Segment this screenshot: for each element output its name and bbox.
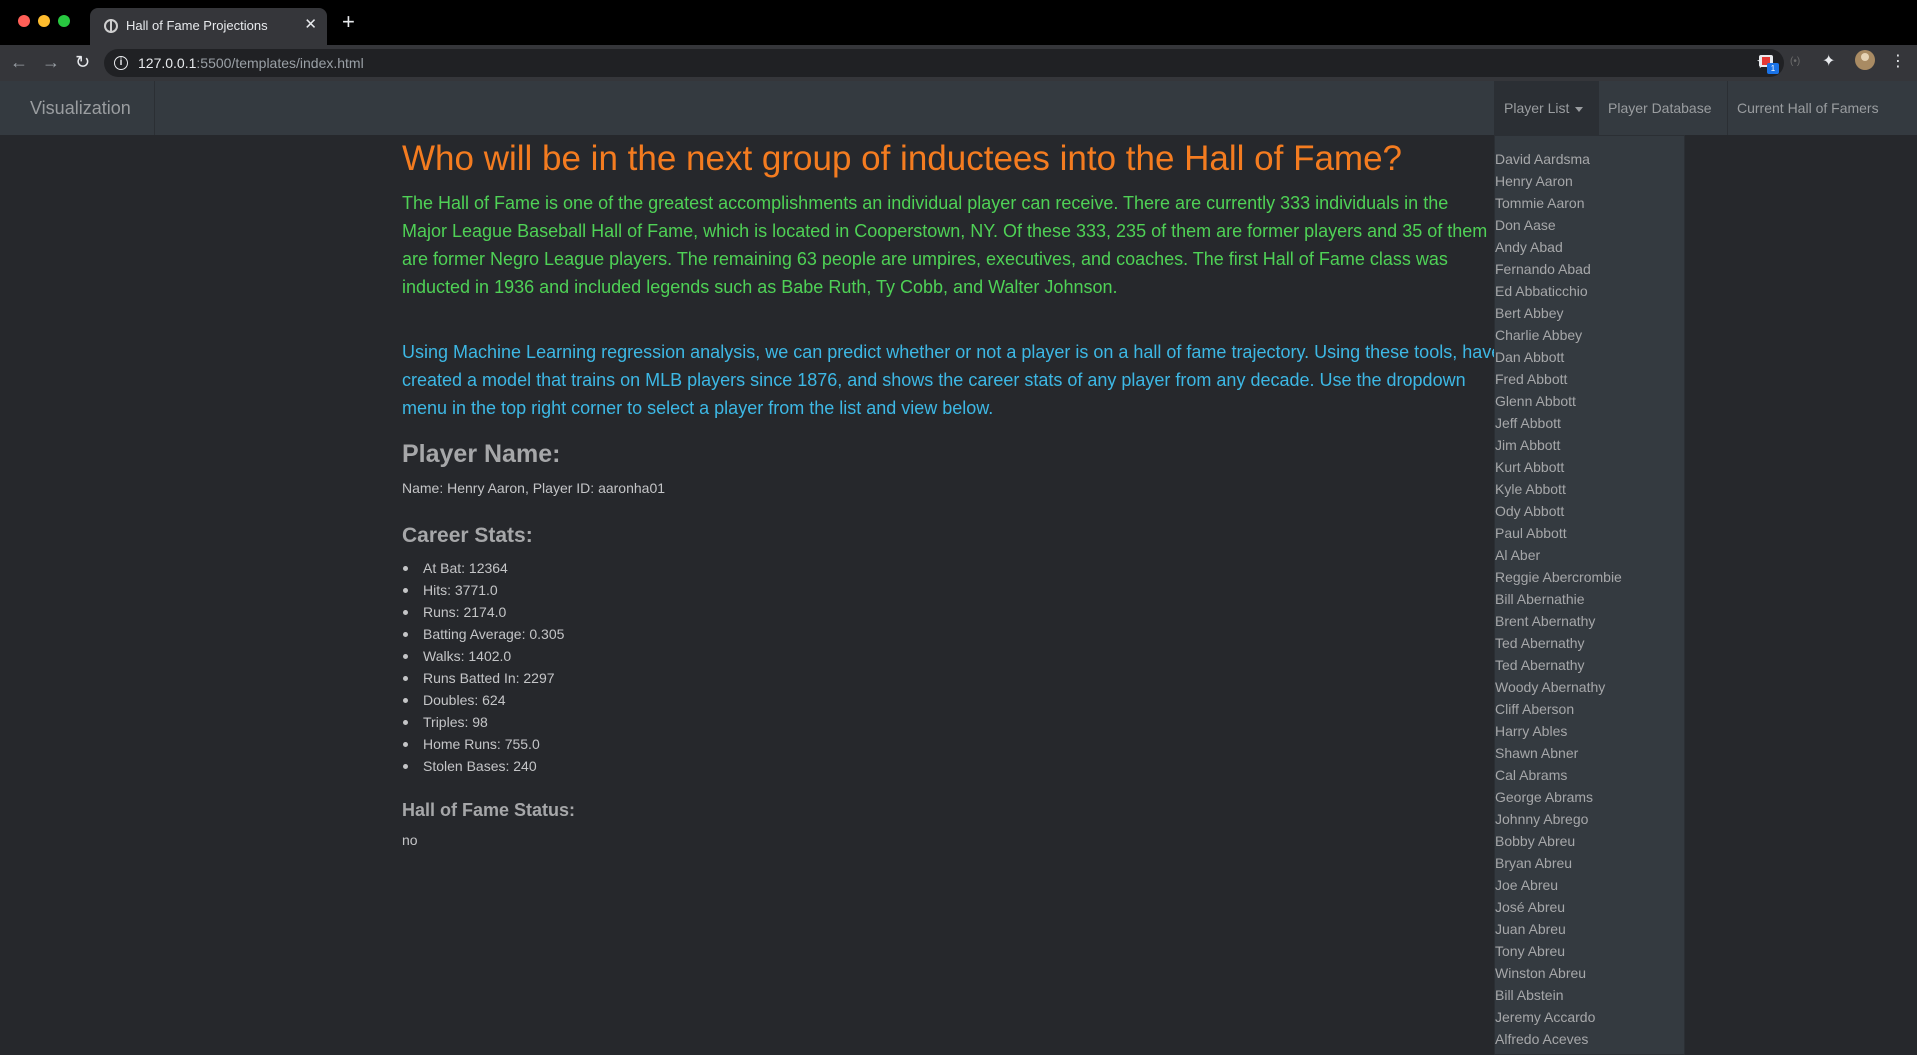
player-list-item[interactable]: Glenn Abbott <box>1495 390 1622 412</box>
hof-status-value: no <box>402 832 418 848</box>
career-stats-list: At Bat: 12364 Hits: 3771.0 Runs: 2174.0 … <box>402 557 564 777</box>
player-list-dropdown-menu: David Aardsma Henry Aaron Tommie Aaron Don … <box>1494 135 1685 1055</box>
player-list-item[interactable]: Fernando Abad <box>1495 258 1622 280</box>
page-heading: Who will be in the next group of inducte… <box>402 139 1402 178</box>
intro-paragraph: The Hall of Fame is one of the greatest … <box>402 193 1488 297</box>
player-list-item[interactable]: José Abreu <box>1495 896 1622 918</box>
current-hall-of-famers-link[interactable]: Current Hall of Famers <box>1727 81 1917 135</box>
maximize-window-button[interactable] <box>58 15 70 27</box>
puzzle-icon[interactable]: ✦ <box>1822 51 1840 70</box>
browser-tab[interactable]: Hall of Fame Projections ✕ <box>90 8 327 45</box>
extension-icon-2[interactable]: (•) <box>1790 56 1808 74</box>
stat-item: Hits: 3771.0 <box>402 579 564 601</box>
url-text[interactable]: 127.0.0.1:5500/templates/index.html <box>138 55 364 71</box>
player-list-item[interactable]: Reggie Abercrombie <box>1495 566 1622 588</box>
ml-paragraph: Using Machine Learning regression analys… <box>402 342 1502 418</box>
player-list-item[interactable]: Bryan Abreu <box>1495 852 1622 874</box>
player-list-item[interactable]: Jim Abbott <box>1495 434 1622 456</box>
player-list-item[interactable]: Johnny Abrego <box>1495 808 1622 830</box>
player-list-item[interactable]: Cliff Aberson <box>1495 698 1622 720</box>
player-name-heading: Player Name: <box>402 440 561 468</box>
stat-item: Home Runs: 755.0 <box>402 733 564 755</box>
player-list-item[interactable]: Fred Abbott <box>1495 368 1622 390</box>
player-list-item[interactable]: Kyle Abbott <box>1495 478 1622 500</box>
extension-icon[interactable]: 1 <box>1758 53 1779 74</box>
player-list-item[interactable]: Jeremy Accardo <box>1495 1006 1622 1028</box>
player-database-link[interactable]: Player Database <box>1598 81 1727 135</box>
player-list-item[interactable]: Al Aber <box>1495 544 1622 566</box>
forward-arrow-icon[interactable]: → <box>42 52 60 72</box>
hof-status-heading: Hall of Fame Status: <box>402 800 576 820</box>
player-list-item[interactable]: Andy Abad <box>1495 236 1622 258</box>
player-list-item[interactable]: Ted Abernathy <box>1495 654 1622 676</box>
player-name-value: Name: Henry Aaron, Player ID: aaronha01 <box>402 480 666 496</box>
career-stats-heading: Career Stats: <box>402 524 533 547</box>
stat-item: Triples: 98 <box>402 711 564 733</box>
player-list-item[interactable]: Woody Abernathy <box>1495 676 1622 698</box>
player-list-item[interactable]: Bill Abstein <box>1495 984 1622 1006</box>
player-list-item[interactable]: George Abrams <box>1495 786 1622 808</box>
player-list-item[interactable]: Kurt Abbott <box>1495 456 1622 478</box>
reload-icon[interactable]: ↻ <box>75 52 90 72</box>
browser-tab-strip: Hall of Fame Projections ✕ + <box>0 0 1917 45</box>
stat-item: Stolen Bases: 240 <box>402 755 564 777</box>
player-list-item[interactable]: Winston Abreu <box>1495 962 1622 984</box>
player-list-item[interactable]: Don Aase <box>1495 214 1622 236</box>
player-list-item[interactable]: Alfredo Aceves <box>1495 1028 1622 1050</box>
browser-toolbar: ← → ↻ i 127.0.0.1:5500/templates/index.h… <box>0 45 1917 81</box>
stat-item: Runs Batted In: 2297 <box>402 667 564 689</box>
player-list-item[interactable]: Bert Abbey <box>1495 302 1622 324</box>
player-list-item[interactable]: Tony Abreu <box>1495 940 1622 962</box>
player-list-item[interactable]: Ted Abernathy <box>1495 632 1622 654</box>
brand-link[interactable]: Visualization <box>30 98 131 119</box>
profile-avatar[interactable] <box>1855 50 1875 70</box>
player-list-item[interactable]: David Aardsma <box>1495 148 1622 170</box>
player-list-item[interactable]: Henry Aaron <box>1495 170 1622 192</box>
player-list-item[interactable]: Bill Abernathie <box>1495 588 1622 610</box>
player-list-item[interactable]: Harry Ables <box>1495 720 1622 742</box>
player-list-item[interactable]: Dan Abbott <box>1495 346 1622 368</box>
player-list-dropdown-toggle[interactable]: Player List <box>1494 81 1598 135</box>
player-list-item[interactable]: Bobby Abreu <box>1495 830 1622 852</box>
stat-item: Doubles: 624 <box>402 689 564 711</box>
stat-item: At Bat: 12364 <box>402 557 564 579</box>
player-list-item[interactable]: Shawn Abner <box>1495 742 1622 764</box>
stat-item: Walks: 1402.0 <box>402 645 564 667</box>
back-arrow-icon[interactable]: ← <box>10 52 28 72</box>
minimize-window-button[interactable] <box>38 15 50 27</box>
player-list: David Aardsma Henry Aaron Tommie Aaron Don … <box>1495 148 1622 1050</box>
player-list-item[interactable]: Juan Abreu <box>1495 918 1622 940</box>
address-bar[interactable]: i 127.0.0.1:5500/templates/index.html ☆ <box>104 49 1784 77</box>
caret-down-icon <box>1575 106 1584 112</box>
close-window-button[interactable] <box>18 15 30 27</box>
player-list-item[interactable]: Paul Abbott <box>1495 522 1622 544</box>
player-list-item[interactable]: Ed Abbaticchio <box>1495 280 1622 302</box>
brand-container: Visualization <box>0 81 155 135</box>
new-tab-icon[interactable]: + <box>342 11 355 33</box>
extension-badge: 1 <box>1767 63 1779 74</box>
tab-title: Hall of Fame Projections <box>126 18 268 33</box>
site-navbar: Visualization Player List Player Databas… <box>0 81 1917 135</box>
player-list-item[interactable]: Cal Abrams <box>1495 764 1622 786</box>
stat-item: Batting Average: 0.305 <box>402 623 564 645</box>
globe-icon <box>104 19 118 33</box>
close-tab-icon[interactable]: ✕ <box>304 16 317 34</box>
player-list-item[interactable]: Ody Abbott <box>1495 500 1622 522</box>
menu-kebab-icon[interactable]: ⋮ <box>1890 51 1906 71</box>
player-list-item[interactable]: Tommie Aaron <box>1495 192 1622 214</box>
player-list-item[interactable]: Jeff Abbott <box>1495 412 1622 434</box>
player-list-item[interactable]: Charlie Abbey <box>1495 324 1622 346</box>
info-icon[interactable]: i <box>114 56 128 70</box>
player-list-item[interactable]: Brent Abernathy <box>1495 610 1622 632</box>
stat-item: Runs: 2174.0 <box>402 601 564 623</box>
player-list-item[interactable]: Joe Abreu <box>1495 874 1622 896</box>
